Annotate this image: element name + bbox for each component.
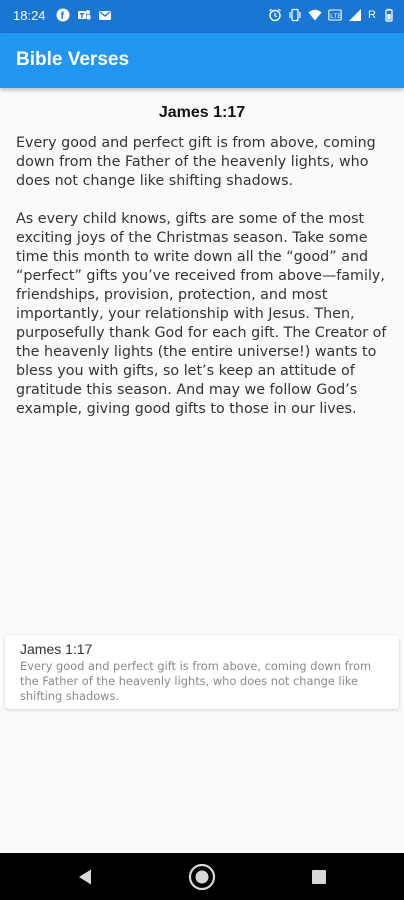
status-time: 18:24 (13, 8, 46, 23)
recents-button[interactable] (304, 863, 334, 891)
app-title: Bible Verses (16, 49, 130, 70)
home-button[interactable] (187, 863, 217, 891)
verse-list-card[interactable]: James 1:17 Every good and perfect gift i… (5, 635, 399, 709)
back-button[interactable] (70, 863, 100, 891)
card-subtitle: Every good and perfect gift is from abov… (20, 659, 372, 703)
card-title: James 1:17 (20, 641, 93, 657)
alarm-icon (268, 8, 282, 22)
navigation-bar (0, 853, 404, 900)
battery-icon (382, 8, 396, 22)
verse-text: Every good and perfect gift is from abov… (16, 135, 376, 189)
wifi-icon (308, 8, 322, 22)
home-icon (188, 863, 216, 891)
devotional-text: As every child knows, gifts are some of … (16, 211, 387, 417)
back-icon (79, 869, 91, 885)
recents-icon (312, 870, 326, 884)
roaming-indicator: R (368, 9, 376, 21)
svg-text:LTE: LTE (330, 13, 342, 20)
verse-reference: James 1:17 (158, 104, 246, 121)
vibrate-icon (288, 8, 302, 22)
f-notification-icon: f (56, 8, 70, 22)
app-bar: Bible Verses (0, 33, 404, 88)
status-left-icons: f (56, 8, 112, 22)
signal-icon (348, 8, 362, 22)
teams-icon (77, 8, 91, 22)
status-right-icons: LTE R (268, 8, 396, 22)
mail-icon (98, 8, 112, 22)
status-bar: 18:24 f LTE R (0, 0, 404, 33)
volte-icon: LTE (328, 8, 342, 22)
